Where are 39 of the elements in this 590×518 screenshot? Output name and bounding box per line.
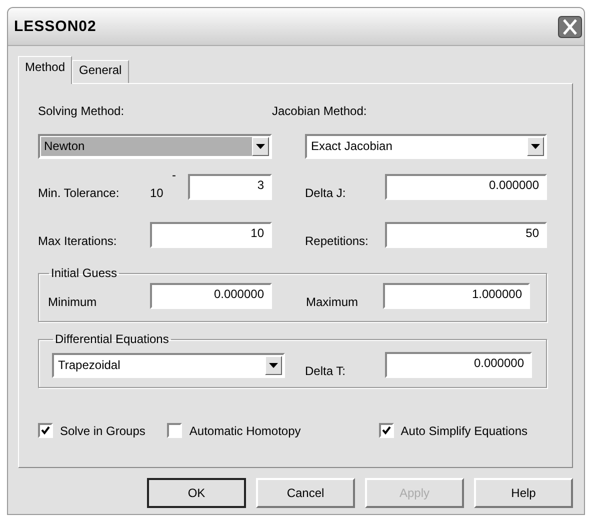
dialog-button[interactable]: OK <box>147 478 246 508</box>
input-field[interactable]: 0.000000 <box>150 283 272 309</box>
field-label: Delta T: <box>305 364 346 378</box>
exponent-sign: - <box>172 168 177 182</box>
field-label: Repetitions: <box>305 234 370 248</box>
checkbox[interactable] <box>378 423 394 438</box>
group-title: Initial Guess <box>50 266 118 280</box>
field-label: Delta J: <box>305 186 347 200</box>
close-icon[interactable] <box>558 16 582 38</box>
dropdown[interactable]: Exact Jacobian <box>305 134 547 159</box>
tab[interactable]: General <box>72 60 129 83</box>
input-field[interactable]: 0.000000 <box>385 352 532 378</box>
input-field[interactable]: 50 <box>385 222 547 248</box>
field-label: Minimum <box>48 295 98 309</box>
dialog-button[interactable]: Cancel <box>256 478 355 508</box>
checkbox-label: Automatic Homotopy <box>189 424 301 438</box>
field-label: Max Iterations: <box>38 234 118 248</box>
checkbox-label: Auto Simplify Equations <box>400 424 528 438</box>
caret-icon <box>269 363 278 368</box>
checkbox-label: Solve in Groups <box>60 424 146 438</box>
input-field[interactable]: 10 <box>150 222 272 248</box>
dialog-button[interactable]: Help <box>474 478 573 508</box>
window-title: LESSON02 <box>14 18 96 35</box>
field-label: Min. Tolerance: <box>38 186 120 200</box>
checkbox[interactable] <box>38 423 53 438</box>
field-label: Solving Method: <box>38 104 126 118</box>
input-field[interactable]: 0.000000 <box>385 174 547 200</box>
dropdown[interactable]: Newton <box>38 134 272 159</box>
input-field[interactable]: 1.000000 <box>383 283 530 309</box>
exponent-base: 10 <box>150 186 164 200</box>
caret-icon <box>531 144 540 149</box>
tab[interactable]: Method <box>18 56 72 84</box>
group-title: Differential Equations <box>54 332 170 346</box>
field-label: Maximum <box>306 295 360 309</box>
field-label: Jacobian Method: <box>272 104 367 118</box>
input-field[interactable]: 3 <box>188 174 272 200</box>
caret-icon <box>256 144 265 149</box>
checkbox[interactable] <box>167 423 182 438</box>
dropdown[interactable]: Trapezoidal <box>52 353 285 378</box>
